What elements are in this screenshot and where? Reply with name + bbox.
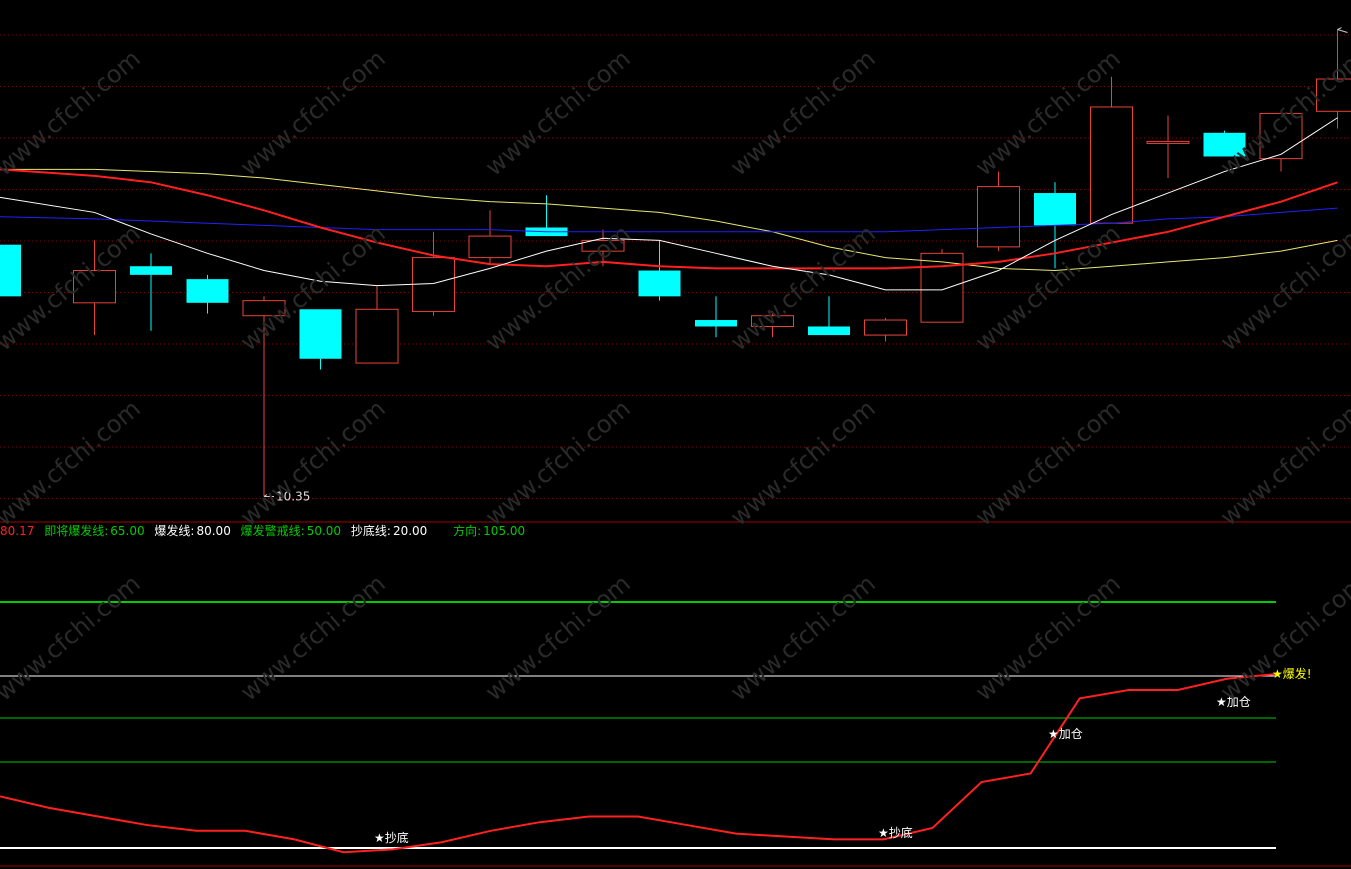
candle-body bbox=[299, 309, 342, 359]
ma-yellow-line bbox=[0, 168, 1338, 272]
ma-blue-line bbox=[0, 207, 1338, 233]
legend-imminent-value: 65.00 bbox=[110, 524, 145, 538]
indicator-levels bbox=[0, 601, 1276, 849]
ma-red-line bbox=[0, 168, 1338, 270]
candle-body bbox=[412, 257, 455, 312]
signal-label: ★抄底 bbox=[878, 825, 913, 840]
candle-body bbox=[0, 244, 21, 297]
signal-label: ★加仓 bbox=[1048, 727, 1083, 741]
legend-bottom-label: 抄底线: bbox=[350, 524, 391, 538]
signal-label: ★抄底 bbox=[374, 830, 409, 845]
legend-explode-value: 80.00 bbox=[196, 524, 231, 538]
high-arrow bbox=[1337, 27, 1348, 33]
candle-body bbox=[1034, 193, 1076, 226]
candle-body bbox=[695, 320, 737, 327]
candle-body bbox=[186, 279, 229, 303]
legend-first-value: 80.17 bbox=[0, 524, 35, 538]
indicator-line bbox=[0, 673, 1277, 854]
candle-body bbox=[864, 319, 907, 336]
indicator-legend: 80.17 即将爆发线: 65.00 爆发线: 80.00 爆发警戒线: 50.00 … bbox=[0, 522, 531, 540]
legend-direction-label: 方向: bbox=[453, 524, 482, 538]
candle-body bbox=[468, 235, 512, 259]
stock-chart: 12.5210.35★抄底★抄底★加仓★加仓★爆发! bbox=[0, 27, 1351, 867]
candle-body bbox=[1090, 106, 1133, 224]
legend-direction-value: 105.00 bbox=[483, 524, 526, 538]
candle-body bbox=[355, 308, 399, 364]
legend-bottom-value: 20.00 bbox=[392, 524, 428, 538]
candle-body bbox=[130, 266, 172, 275]
candle-body bbox=[977, 186, 1020, 248]
candle-body bbox=[1146, 140, 1190, 144]
legend-imminent-label: 即将爆发线: bbox=[44, 524, 109, 538]
legend-explode-label: 爆发线: bbox=[154, 524, 195, 538]
candle-body bbox=[638, 270, 681, 297]
legend-warn-label: 爆发警戒线: bbox=[240, 524, 305, 538]
legend-warn-value: 50.00 bbox=[306, 524, 342, 538]
candle-body bbox=[808, 326, 850, 336]
